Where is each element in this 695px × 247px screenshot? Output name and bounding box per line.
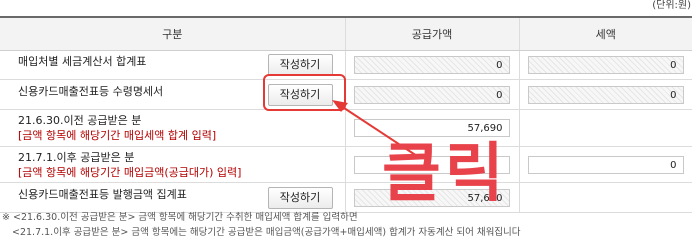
click-annotation: 클릭 — [382, 137, 508, 211]
pointer-arrow — [332, 100, 421, 159]
